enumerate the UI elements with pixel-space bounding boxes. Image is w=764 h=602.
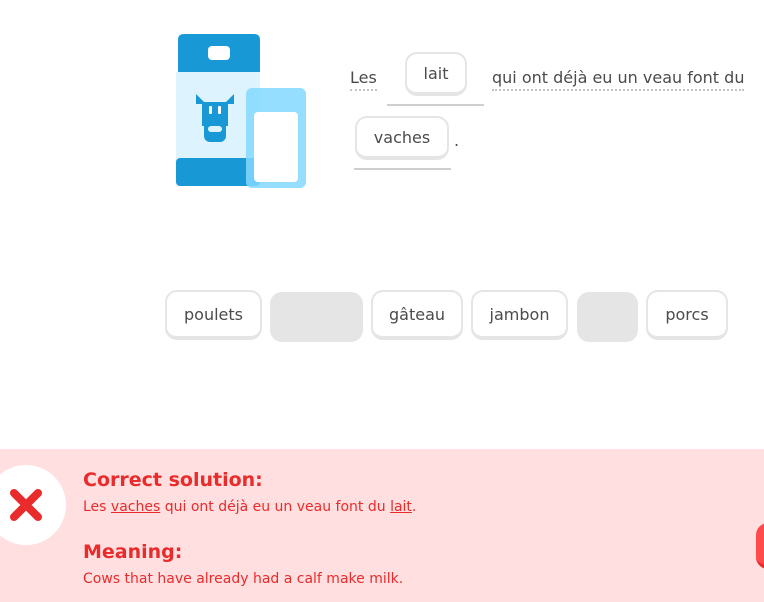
x-mark-icon	[0, 465, 66, 545]
answer-slot-2-tile[interactable]: vaches	[355, 116, 449, 160]
meaning-text: Cows that have already had a calf make m…	[83, 571, 404, 587]
word-bank-tile-gateau[interactable]: gâteau	[371, 290, 463, 340]
word-bank-empty-slot	[270, 292, 363, 342]
sentence-middle-text: qui ont déjà eu un veau font du	[492, 68, 745, 91]
sentence-period: .	[454, 131, 460, 150]
word-bank-tile-poulets[interactable]: poulets	[165, 290, 262, 340]
solution-text: Les vaches qui ont déjà eu un veau font …	[83, 499, 417, 515]
feedback-panel: Correct solution: Les vaches qui ont déj…	[0, 449, 764, 602]
word-bank-tile-porcs[interactable]: porcs	[646, 290, 728, 340]
meaning-heading: Meaning:	[83, 541, 183, 563]
sentence-word-les: Les	[350, 68, 377, 91]
answer-slot-2-line	[354, 168, 451, 170]
continue-button[interactable]	[756, 523, 764, 569]
milk-carton-illustration	[176, 34, 306, 188]
answer-slot-1-tile[interactable]: lait	[405, 52, 467, 96]
solution-highlight-lait: lait	[390, 499, 412, 515]
word-bank-empty-slot	[577, 292, 638, 342]
word-bank-tile-jambon[interactable]: jambon	[471, 290, 568, 340]
answer-slot-1-line	[387, 104, 484, 106]
solution-heading: Correct solution:	[83, 469, 263, 491]
solution-highlight-vaches: vaches	[110, 499, 161, 515]
